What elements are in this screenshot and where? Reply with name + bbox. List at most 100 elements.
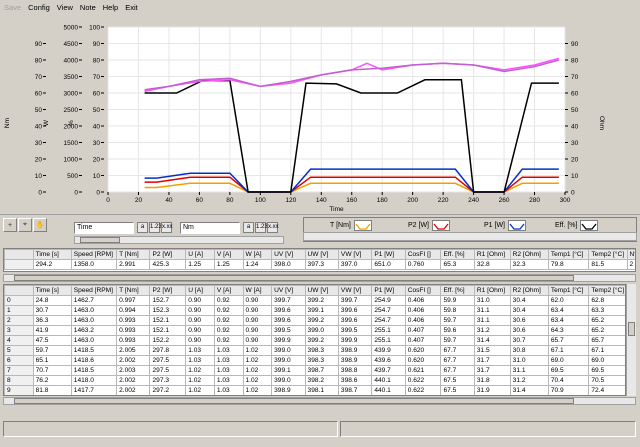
value-cell: 0.90 [185,335,215,346]
log-table-hscroll-thumb[interactable] [14,398,574,404]
value-cell: 2.002 [116,375,151,386]
value-cell: 439.9 [371,345,406,356]
table-row[interactable]: 5 59.7 1418.5 2.005 297.8 1.03 1.03 1.02 399.0 39… [4,345,625,356]
axis-tick-label: 40 [35,124,43,131]
value-cell: 81.5 [588,259,628,270]
column-header: N° Cycle [] [626,249,635,260]
table-row[interactable]: 2 36.3 1463.0 0.993 152.1 0.90 0.92 0.90 399.6 39… [4,315,625,326]
value-cell: 397.3 [304,259,339,270]
value-cell: 439.6 [371,355,406,366]
column-header: W [A] [242,285,273,296]
table-row[interactable]: 8 76.2 1418.0 2.002 297.3 1.02 1.03 1.02 399.0 39… [4,375,625,386]
x-axis-selector[interactable]: Time [74,222,134,234]
value-cell: 399.1 [271,365,306,376]
pan-tool[interactable]: ✋ [33,218,47,232]
graph-scrollbar[interactable] [74,236,284,244]
value-cell: 1.25 [185,259,215,270]
y-axis-selector[interactable]: Nm [180,222,240,234]
menu-exit[interactable]: Exit [125,3,138,12]
value-cell: 67.7 [440,365,475,376]
axis-tick-label: 3500 [64,74,79,81]
mapping-button[interactable]: x.xx [161,222,173,233]
value-cell: 31.5 [473,345,511,356]
value-cell: 1.03 [213,365,244,376]
log-table-vscroll[interactable] [626,284,636,396]
legend-item[interactable]: P2 [W] [408,220,451,231]
value-cell: 1.02 [242,365,273,376]
value-cell: 59.7 [32,345,72,356]
value-cell: 398.9 [337,355,373,366]
value-cell: 1.03 [213,345,244,356]
menu-view[interactable]: View [57,3,73,12]
value-cell: 0.90 [242,305,273,316]
menu-save[interactable]: Save [4,3,21,12]
value-cell: 398.7 [337,385,373,395]
value-cell: 397.0 [337,259,373,270]
value-cell: 254.9 [371,295,406,306]
column-header: Temp2 [°C] [588,285,625,296]
current-table-scroll-thumb[interactable] [14,275,574,281]
table-row[interactable]: 3 41.9 1463.2 0.993 152.1 0.90 0.92 0.90 399.5 39… [4,325,625,336]
column-header: CosFI [] [404,249,442,260]
column-header: UW [V] [304,249,339,260]
value-cell: 65.2 [588,325,625,336]
row-index: 0 [4,295,34,306]
axis-label: % [68,120,75,126]
log-table-vscroll-thumb[interactable] [628,322,635,336]
table-row[interactable]: 1 30.7 1463.0 0.994 152.3 0.90 0.92 0.90 399.6 39… [4,305,625,316]
legend-item[interactable]: P1 [W] [484,220,527,231]
table-row[interactable]: 6 65.1 1418.6 2.002 297.5 1.03 1.03 1.02 399.0 39… [4,355,625,366]
corner-cell [4,249,34,260]
axis-tick-label: 0 [96,190,100,197]
axis-tick-label: 10 [571,173,579,180]
current-table-scrollbar[interactable] [3,274,636,282]
table-row[interactable]: 4 47.5 1463.0 0.993 152.2 0.90 0.92 0.90 399.9 39… [4,335,625,346]
menu-bar: Save Config View Note Help Exit [0,0,640,15]
column-header: UW [V] [304,285,339,296]
precision-button[interactable]: 1.23 [149,222,162,233]
zoom-tool[interactable]: + [3,218,17,232]
row-index: 1 [4,305,34,316]
graph-scrollbar-thumb[interactable] [80,237,120,243]
precision-button-2[interactable]: 1.23 [255,222,268,233]
menu-note[interactable]: Note [80,3,96,12]
value-cell: 152.7 [149,295,187,306]
value-cell: 399.0 [271,345,306,356]
value-cell: 30.4 [509,305,549,316]
legend-item[interactable]: Eff. [%] [555,220,599,231]
legend-swatch [508,220,527,231]
value-cell: 70.4 [547,375,590,386]
value-cell: 41.9 [32,325,72,336]
axis-tick-label: 60 [35,91,43,98]
table-row[interactable]: 7 70.7 1418.5 2.003 297.5 1.02 1.03 1.02 399.1 39… [4,365,625,376]
legend-item[interactable]: T [Nm] [330,220,372,231]
axis-tick-label: 20 [35,157,43,164]
menu-help[interactable]: Help [103,3,118,12]
value-cell: 31.0 [509,355,549,366]
mapping-button-2[interactable]: x.xx [267,222,279,233]
value-cell: 31.1 [473,315,511,326]
cursor-tool[interactable]: ⌖ [18,218,32,232]
axis-tick-label: 4000 [64,58,79,65]
value-cell: 398.3 [304,345,339,356]
log-table-hscroll[interactable] [3,397,636,405]
value-cell: 31.1 [509,365,549,376]
value-cell: 1418.5 [70,345,118,356]
value-cell: 1.02 [185,365,215,376]
format-button[interactable]: a [137,222,148,233]
table-row[interactable]: 0 24.8 1462.7 0.997 152.7 0.90 0.92 0.90 399.7 39… [4,295,625,306]
value-cell: 31.7 [473,365,511,376]
column-header: Speed [RPM] [70,285,118,296]
value-cell: 59.7 [440,335,475,346]
table-row[interactable]: 9 81.8 1417.7 2.002 297.2 1.02 1.03 1.02 398.9 39… [4,385,625,395]
legend-scrollbar[interactable] [303,232,637,241]
format-button-2[interactable]: a [243,222,254,233]
axis-tick-label: 300 [560,197,571,204]
value-cell: 152.1 [149,325,187,336]
menu-config[interactable]: Config [28,3,50,12]
value-cell: 1.03 [213,385,244,395]
corner-cell [4,285,34,296]
value-cell: 36.3 [32,315,72,326]
value-cell: 31.0 [473,295,511,306]
chart[interactable]: 9080706050403020100Nm5000450040003500300… [0,15,640,215]
